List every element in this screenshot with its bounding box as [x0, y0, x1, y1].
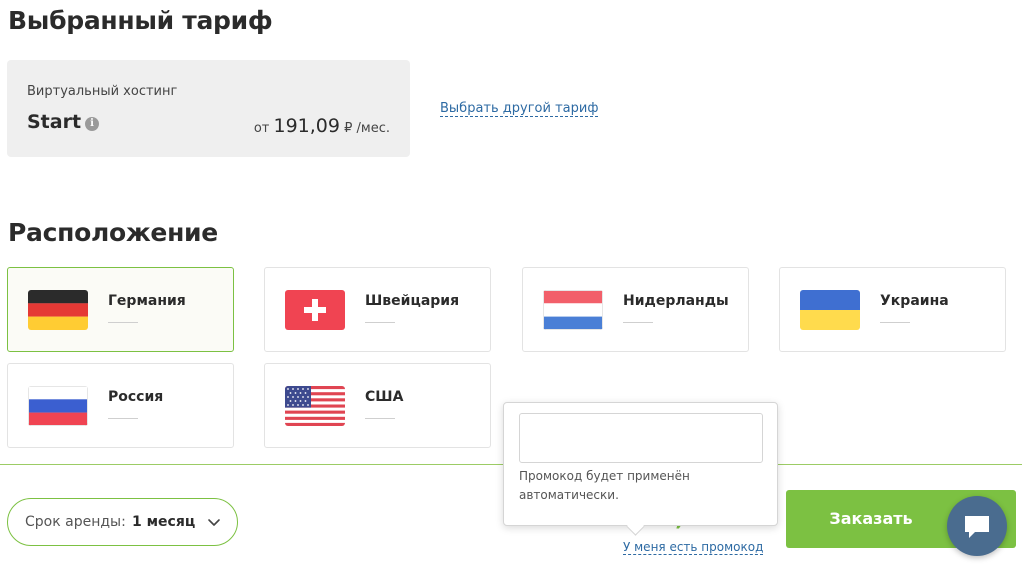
tariff-type: Виртуальный хостинг	[27, 84, 178, 99]
promo-code-link[interactable]: У меня есть промокод	[623, 540, 764, 555]
price-suffix: ₽ /мес.	[344, 121, 390, 136]
selected-tariff-heading: Выбранный тариф	[8, 6, 273, 35]
location-card-netherlands[interactable]: Нидерланды	[522, 267, 749, 352]
flag-netherlands-icon	[543, 290, 603, 330]
location-name: Украина	[880, 293, 949, 309]
chat-icon	[965, 516, 989, 538]
order-button-label: Заказать	[829, 509, 913, 528]
location-heading: Расположение	[8, 218, 218, 247]
location-card-switzerland[interactable]: Швейцария	[264, 267, 491, 352]
location-card-germany[interactable]: Германия	[7, 267, 234, 352]
price-amount: 191,09	[273, 115, 340, 137]
location-card-usa[interactable]: США	[264, 363, 491, 448]
location-card-ukraine[interactable]: Украина	[779, 267, 1006, 352]
flag-ukraine-icon	[800, 290, 860, 330]
flag-usa-icon	[285, 386, 345, 426]
change-tariff-link[interactable]: Выбрать другой тариф	[440, 101, 599, 117]
location-divider	[365, 418, 395, 419]
location-name: Германия	[108, 293, 186, 309]
tariff-name-block: Start i	[27, 111, 100, 133]
term-value: 1 месяц	[132, 514, 196, 530]
rental-term-select[interactable]: Срок аренды: 1 месяц	[7, 498, 238, 546]
chevron-down-icon	[208, 519, 220, 526]
price-prefix: от	[253, 121, 270, 136]
info-icon[interactable]: i	[85, 117, 100, 131]
promo-code-input[interactable]	[519, 413, 763, 463]
flag-germany-icon	[28, 290, 88, 330]
location-name: Швейцария	[365, 293, 460, 309]
location-name: Нидерланды	[623, 293, 729, 309]
tariff-name: Start	[27, 111, 82, 133]
term-label: Срок аренды:	[25, 514, 126, 530]
location-divider	[108, 322, 138, 323]
tariff-card: Виртуальный хостинг Start i от 191,09 ₽ /…	[7, 60, 410, 157]
location-card-russia[interactable]: Россия	[7, 363, 234, 448]
chat-button[interactable]	[947, 496, 1007, 556]
location-divider	[365, 322, 395, 323]
flag-switzerland-icon	[285, 290, 345, 330]
location-divider	[108, 418, 138, 419]
tariff-price: от 191,09 ₽ /мес.	[254, 115, 390, 137]
promo-popover: Промокод будет применён автоматически.	[503, 402, 778, 526]
location-divider	[880, 322, 910, 323]
flag-russia-icon	[28, 386, 88, 426]
location-name: Россия	[108, 389, 164, 405]
location-name: США	[365, 389, 404, 405]
location-divider	[623, 322, 653, 323]
promo-hint: Промокод будет применён автоматически.	[519, 469, 690, 502]
